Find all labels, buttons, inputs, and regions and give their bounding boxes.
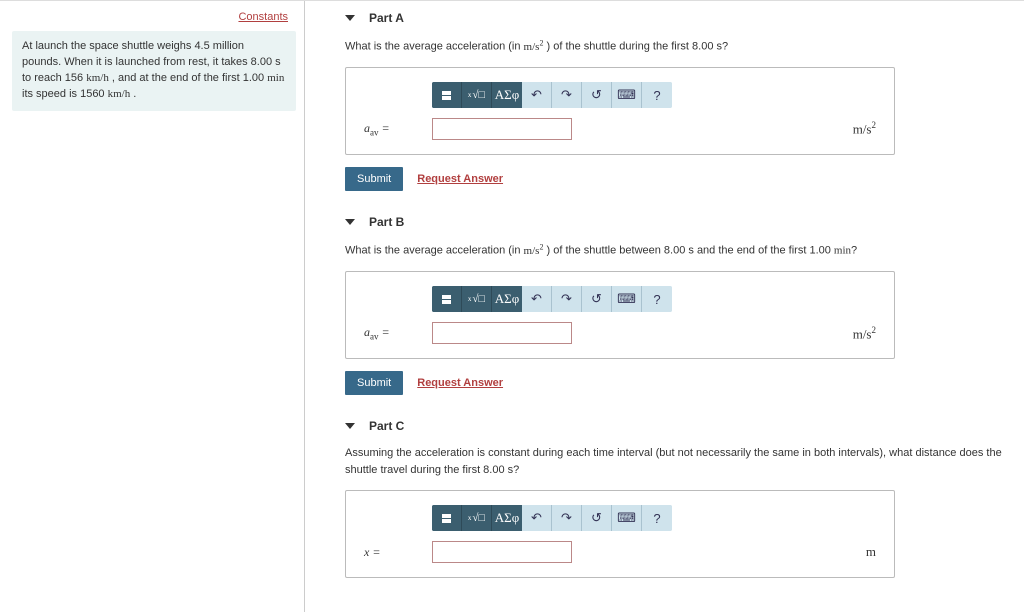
collapse-caret-icon[interactable] <box>345 219 355 225</box>
fraction-icon[interactable] <box>432 82 462 108</box>
problem-text: . <box>130 88 136 100</box>
root-icon[interactable]: x√□ <box>462 82 492 108</box>
fraction-icon[interactable] <box>432 505 462 531</box>
prompt-unit: min <box>834 245 851 257</box>
part-c-prompt: Assuming the acceleration is constant du… <box>345 445 1024 478</box>
request-answer-link[interactable]: Request Answer <box>417 173 503 185</box>
variable-label: aav = <box>364 121 432 137</box>
undo-icon[interactable]: ↶ <box>522 286 552 312</box>
prompt-text: What is the average acceleration (in <box>345 41 524 53</box>
prompt-text: ) of the shuttle during the first 8.00 s… <box>543 41 728 53</box>
answer-box: x√□ ΑΣφ ↶ ↷ ↺ ⌨ ? aav = m/s2 <box>345 271 895 359</box>
collapse-caret-icon[interactable] <box>345 15 355 21</box>
equation-toolbar: x√□ ΑΣφ ↶ ↷ ↺ ⌨ ? <box>432 505 876 531</box>
problem-statement: At launch the space shuttle weighs 4.5 m… <box>12 31 296 111</box>
prompt-text: What is the average acceleration (in <box>345 245 524 257</box>
part-b-prompt: What is the average acceleration (in m/s… <box>345 241 1024 259</box>
prompt-unit: m/s2 <box>524 41 544 53</box>
answer-box: x√□ ΑΣφ ↶ ↷ ↺ ⌨ ? x = m <box>345 490 895 578</box>
submit-button[interactable]: Submit <box>345 167 403 191</box>
request-answer-link[interactable]: Request Answer <box>417 377 503 389</box>
greek-letters-button[interactable]: ΑΣφ <box>492 505 522 531</box>
part-c: Part C Assuming the acceleration is cons… <box>345 419 1024 578</box>
answer-input[interactable] <box>432 541 572 563</box>
reset-icon[interactable]: ↺ <box>582 82 612 108</box>
answer-input[interactable] <box>432 118 572 140</box>
constants-link[interactable]: Constants <box>12 11 296 23</box>
undo-icon[interactable]: ↶ <box>522 505 552 531</box>
part-a: Part A What is the average acceleration … <box>345 11 1024 191</box>
redo-icon[interactable]: ↷ <box>552 505 582 531</box>
help-icon[interactable]: ? <box>642 286 672 312</box>
answer-box: x√□ ΑΣφ ↶ ↷ ↺ ⌨ ? aav = m/s2 <box>345 67 895 155</box>
unit-label: m/s2 <box>853 120 876 137</box>
submit-button[interactable]: Submit <box>345 371 403 395</box>
collapse-caret-icon[interactable] <box>345 423 355 429</box>
prompt-text: ? <box>851 245 857 257</box>
fraction-icon[interactable] <box>432 286 462 312</box>
reset-icon[interactable]: ↺ <box>582 286 612 312</box>
root-icon[interactable]: x√□ <box>462 505 492 531</box>
part-title: Part A <box>369 11 404 25</box>
unit-label: m <box>866 544 876 560</box>
equation-toolbar: x√□ ΑΣφ ↶ ↷ ↺ ⌨ ? <box>432 286 876 312</box>
problem-unit: km/h <box>108 88 131 100</box>
problem-unit: km/h <box>86 72 109 84</box>
root-icon[interactable]: x√□ <box>462 286 492 312</box>
keyboard-icon[interactable]: ⌨ <box>612 505 642 531</box>
unit-label: m/s2 <box>853 325 876 342</box>
part-title: Part C <box>369 419 404 433</box>
undo-icon[interactable]: ↶ <box>522 82 552 108</box>
part-b: Part B What is the average acceleration … <box>345 215 1024 395</box>
prompt-text: ) of the shuttle between 8.00 s and the … <box>543 245 833 257</box>
redo-icon[interactable]: ↷ <box>552 286 582 312</box>
help-icon[interactable]: ? <box>642 505 672 531</box>
answer-input[interactable] <box>432 322 572 344</box>
greek-letters-button[interactable]: ΑΣφ <box>492 286 522 312</box>
keyboard-icon[interactable]: ⌨ <box>612 82 642 108</box>
reset-icon[interactable]: ↺ <box>582 505 612 531</box>
part-a-prompt: What is the average acceleration (in m/s… <box>345 37 1024 55</box>
keyboard-icon[interactable]: ⌨ <box>612 286 642 312</box>
variable-label: x = <box>364 545 432 560</box>
redo-icon[interactable]: ↷ <box>552 82 582 108</box>
help-icon[interactable]: ? <box>642 82 672 108</box>
problem-text: its speed is 1560 <box>22 88 108 100</box>
problem-text: , and at the end of the first 1.00 <box>109 72 267 84</box>
prompt-text: Assuming the acceleration is constant du… <box>345 447 1002 476</box>
greek-letters-button[interactable]: ΑΣφ <box>492 82 522 108</box>
prompt-unit: m/s2 <box>524 245 544 257</box>
part-title: Part B <box>369 215 404 229</box>
problem-unit: min <box>267 72 284 84</box>
variable-label: aav = <box>364 325 432 341</box>
equation-toolbar: x√□ ΑΣφ ↶ ↷ ↺ ⌨ ? <box>432 82 876 108</box>
